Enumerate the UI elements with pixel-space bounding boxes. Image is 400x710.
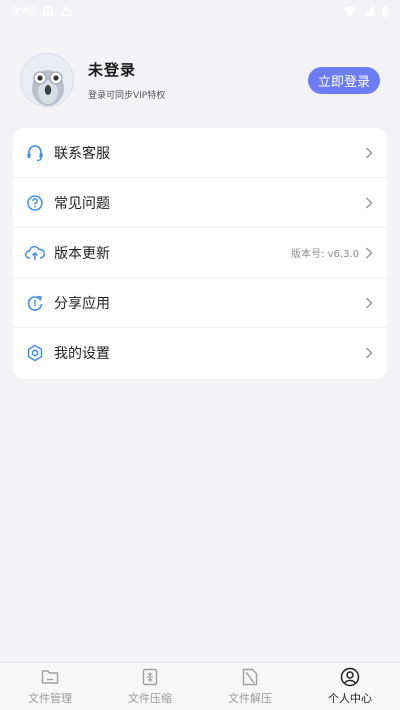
tab-personal-center[interactable]: 个人中心 [300, 663, 400, 710]
tab-file-compress[interactable]: 文件压缩 [100, 663, 200, 710]
chevron-right-icon [363, 146, 375, 160]
chevron-right-icon [363, 296, 375, 310]
menu-item-faq[interactable]: 常见问题 [13, 178, 387, 228]
menu-right [363, 146, 375, 160]
share-refresh-icon [25, 293, 45, 313]
menu-item-version-update[interactable]: 版本更新 版本号: v6.3.0 [13, 228, 387, 278]
status-time: 8:40 [12, 4, 36, 18]
headset-icon [25, 143, 45, 163]
tab-file-manager[interactable]: 文件管理 [0, 663, 100, 710]
compress-icon [140, 667, 160, 687]
menu-label: 我的设置 [54, 346, 110, 362]
menu-label: 版本更新 [54, 245, 110, 262]
gear-icon [25, 343, 45, 363]
nav-label: 文件解压 [228, 692, 272, 705]
menu-label: 常见问题 [54, 195, 110, 212]
nav-label: 文件压缩 [128, 692, 172, 705]
battery-icon [382, 5, 388, 17]
menu-right [363, 296, 375, 310]
avatar[interactable] [20, 53, 74, 107]
login-button[interactable]: 立即登录 [308, 66, 380, 94]
extract-icon [240, 667, 260, 687]
profile-subtitle: 登录可同步VIP特权 [88, 91, 166, 101]
nav-label: 个人中心 [328, 692, 372, 705]
nav-label: 文件管理 [28, 692, 72, 705]
menu-right [363, 196, 375, 210]
wifi-icon [344, 6, 356, 16]
signal-icon [364, 6, 374, 16]
profile-name: 未登录 [88, 61, 137, 79]
menu-label: 联系客服 [54, 145, 110, 162]
menu-card: 联系客服 常见问题 版本更新 版本号: v6.3.0 分享应用 我的设置 [13, 128, 387, 379]
version-number: 版本号: v6.3.0 [291, 249, 359, 260]
warning-icon [61, 6, 73, 16]
menu-item-settings[interactable]: 我的设置 [13, 328, 387, 378]
menu-label: 分享应用 [54, 295, 110, 312]
question-circle-icon [25, 193, 45, 213]
status-right [344, 5, 388, 17]
menu-right: 版本号: v6.3.0 [291, 245, 375, 260]
tab-file-extract[interactable]: 文件解压 [200, 663, 300, 710]
chevron-right-icon [363, 346, 375, 360]
bottom-nav: 文件管理 文件压缩 文件解压 个人中心 [0, 662, 400, 710]
folder-icon [40, 667, 60, 687]
cloud-upload-icon [25, 243, 45, 263]
status-bar: 8:40 [0, 0, 400, 22]
profile-header: 未登录 登录可同步VIP特权 立即登录 [20, 52, 380, 108]
menu-item-contact-support[interactable]: 联系客服 [13, 128, 387, 178]
menu-right [363, 346, 375, 360]
menu-item-share-app[interactable]: 分享应用 [13, 278, 387, 328]
chevron-right-icon [363, 246, 375, 260]
user-icon [340, 667, 360, 687]
profile-text: 未登录 登录可同步VIP特权 [88, 59, 165, 101]
notification-icon [43, 6, 54, 16]
chevron-right-icon [363, 196, 375, 210]
owl-avatar-icon [21, 54, 73, 106]
status-left: 8:40 [12, 4, 73, 18]
